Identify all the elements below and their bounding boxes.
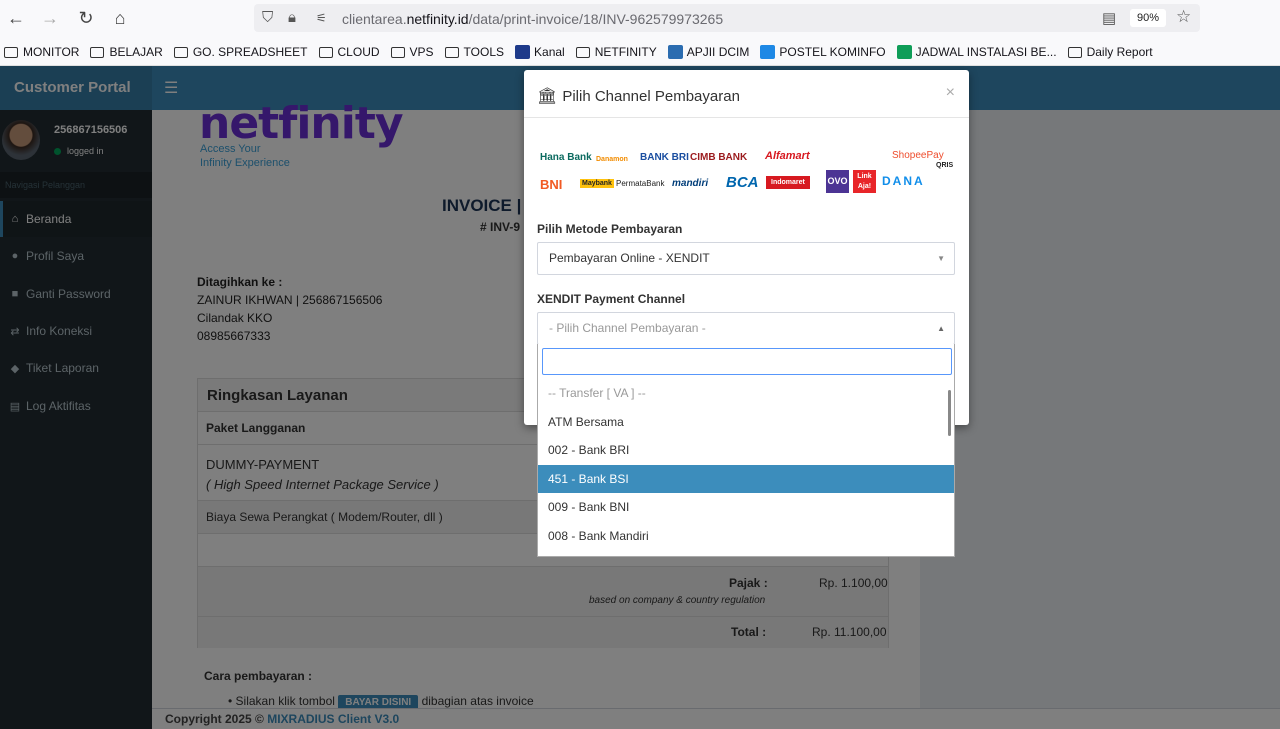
- chevron-down-icon: ▼: [937, 254, 945, 263]
- channel-option[interactable]: 009 - Bank BNI: [538, 493, 954, 521]
- payment-channel-select[interactable]: - Pilih Channel Pembayaran - ▲: [537, 312, 955, 345]
- folder-icon: [4, 46, 18, 58]
- ovo-logo: OVO: [826, 170, 849, 193]
- danamon-logo: Danamon: [596, 156, 628, 163]
- bookmark-go-spreadsheet[interactable]: GO. SPREADSHEET: [173, 45, 308, 59]
- cimb-logo: CIMB BANK: [690, 152, 748, 163]
- payment-method-value: Pembayaran Online - XENDIT: [549, 251, 710, 265]
- folder-icon: [575, 46, 590, 58]
- bookmark-label: BELAJAR: [109, 45, 163, 59]
- reader-view-icon[interactable]: ▤: [1102, 9, 1116, 27]
- channel-option[interactable]: 451 - Bank BSI: [538, 464, 954, 493]
- bookmark-label: GO. SPREADSHEET: [192, 45, 308, 59]
- bookmark-label: Kanal: [534, 45, 565, 59]
- bookmark-label: TOOLS: [463, 45, 505, 59]
- chevron-up-icon: ▲: [937, 324, 945, 333]
- url-text: clientarea.netfinity.id/data/print-invoi…: [342, 11, 724, 27]
- bookmark-apjii-dcim[interactable]: APJII DCIM: [667, 45, 750, 59]
- payment-method-select[interactable]: Pembayaran Online - XENDIT ▼: [537, 242, 955, 275]
- bca-logo: BCA: [726, 174, 759, 191]
- bookmark-kanal[interactable]: Kanal: [515, 45, 565, 59]
- alfamart-logo: Alfamart: [765, 150, 810, 162]
- payment-logos: Hana Bank Danamon BANK BRI CIMB BANK Alf…: [538, 150, 956, 194]
- bookmark-label: Daily Report: [1086, 45, 1153, 59]
- bookmark-daily-report[interactable]: Daily Report: [1067, 45, 1153, 59]
- maybank-logo: Maybank: [580, 179, 614, 188]
- home-icon[interactable]: ⌂: [108, 6, 132, 30]
- zoom-level[interactable]: 90%: [1130, 9, 1166, 27]
- bookmark-monitor[interactable]: MONITOR: [4, 45, 79, 59]
- channel-dropdown: -- Transfer [ VA ] -- ATM Bersama 002 - Ba…: [537, 344, 955, 557]
- bookmark-label: POSTEL KOMINFO: [779, 45, 886, 59]
- bookmark-label: NETFINITY: [594, 45, 657, 59]
- bank-icon: 🏛︎: [537, 88, 558, 105]
- modal-title: 🏛︎ Pilih Channel Pembayaran: [537, 86, 740, 106]
- channel-option[interactable]: 002 - Bank BRI: [538, 436, 954, 464]
- channel-label: XENDIT Payment Channel: [537, 292, 686, 306]
- bookmark-tools[interactable]: TOOLS: [444, 45, 505, 59]
- bookmark-label: VPS: [409, 45, 434, 59]
- bookmark-netfinity[interactable]: NETFINITY: [575, 45, 657, 59]
- back-icon[interactable]: ←: [4, 6, 28, 30]
- qris-logo: QRIS: [936, 162, 954, 169]
- bookmark-belajar[interactable]: BELAJAR: [90, 45, 163, 59]
- mandiri-logo: mandiri: [672, 178, 709, 189]
- kominfo-icon: [760, 45, 776, 59]
- bri-logo: BANK BRI: [640, 152, 689, 163]
- folder-icon: [1067, 46, 1082, 58]
- dropdown-scrollbar[interactable]: [948, 390, 951, 436]
- bookmark-postel-kominfo[interactable]: POSTEL KOMINFO: [760, 45, 886, 59]
- kanal-icon: [515, 45, 531, 59]
- lock-icon[interactable]: 🔒︎: [288, 9, 296, 26]
- permissions-icon[interactable]: ⚟: [316, 11, 327, 25]
- browser-chrome: ← → ↻ ⌂ ⛉ 🔒︎ ⚟ clientarea.netfinity.id/d…: [0, 0, 1280, 66]
- channel-option[interactable]: ATM Bersama: [538, 408, 954, 436]
- folder-icon: [173, 46, 188, 58]
- modal-header: 🏛︎ Pilih Channel Pembayaran ×: [524, 70, 969, 118]
- folder-icon: [318, 46, 333, 58]
- bookmark-star-icon[interactable]: ☆: [1176, 7, 1191, 27]
- bookmark-label: APJII DCIM: [686, 45, 750, 59]
- modal-title-text: Pilih Channel Pembayaran: [562, 87, 740, 105]
- bookmark-label: MONITOR: [23, 45, 80, 59]
- bookmarks-bar: MONITOR BELAJAR GO. SPREADSHEET CLOUD VPS TOO…: [0, 40, 1164, 64]
- bookmark-vps[interactable]: VPS: [390, 45, 434, 59]
- bookmark-cloud[interactable]: CLOUD: [318, 45, 380, 59]
- channel-option[interactable]: 008 - Bank Mandiri: [538, 522, 954, 550]
- shopeepay-logo: ShopeePay: [892, 150, 944, 161]
- bookmark-label: JADWAL INSTALASI BE...: [915, 45, 1057, 59]
- folder-icon: [90, 46, 105, 58]
- sheets-icon: [896, 45, 912, 59]
- reload-icon[interactable]: ↻: [74, 6, 98, 30]
- folder-icon: [390, 46, 405, 58]
- bni-logo: BNI: [540, 177, 563, 192]
- dana-logo: DANA: [882, 174, 925, 188]
- linkaja-logo: Link Aja!: [853, 170, 876, 193]
- hana-bank-logo: Hana Bank: [540, 152, 592, 163]
- bookmark-label: CLOUD: [337, 45, 380, 59]
- permata-logo: PermataBank: [616, 179, 665, 188]
- close-icon[interactable]: ×: [946, 84, 955, 102]
- method-label: Pilih Metode Pembayaran: [537, 222, 683, 236]
- forward-icon[interactable]: →: [38, 6, 62, 30]
- shield-icon[interactable]: ⛉: [262, 9, 273, 26]
- folder-icon: [444, 46, 459, 58]
- channel-search-input[interactable]: [542, 348, 952, 375]
- bookmark-jadwal-instalasi-be[interactable]: JADWAL INSTALASI BE...: [896, 45, 1057, 59]
- option-group-label: -- Transfer [ VA ] --: [548, 386, 646, 400]
- apjii-icon: [667, 45, 683, 59]
- indomaret-logo: Indomaret: [766, 176, 810, 189]
- payment-channel-placeholder: - Pilih Channel Pembayaran -: [549, 321, 706, 335]
- address-bar[interactable]: ⛉ 🔒︎ ⚟ clientarea.netfinity.id/data/prin…: [254, 4, 1200, 32]
